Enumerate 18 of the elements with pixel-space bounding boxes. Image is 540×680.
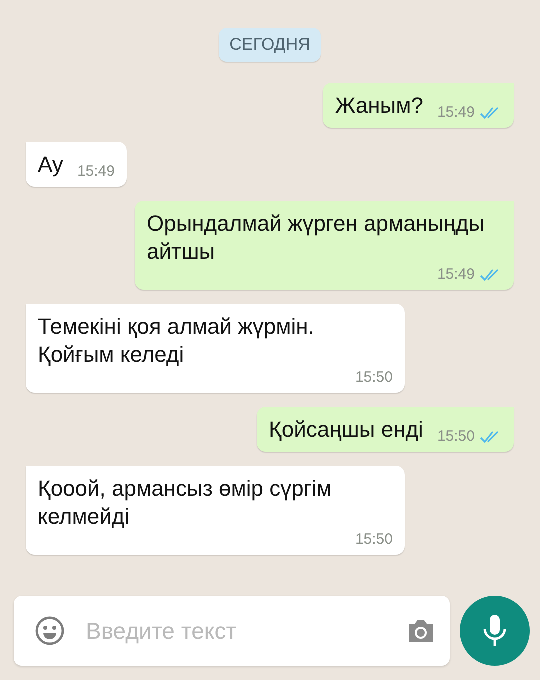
message-text: Ау <box>38 151 64 179</box>
message-text: Темекіні қоя алмай жүрмін. Қойғым келеді <box>38 313 316 369</box>
message-text: Орындалмай жүрген арманыңды айтшы <box>147 210 486 266</box>
message-time: 15:49 <box>437 104 475 122</box>
message-input[interactable]: Введите текст <box>84 616 388 646</box>
camera-icon[interactable] <box>406 618 436 644</box>
microphone-icon <box>482 614 508 648</box>
message-time: 15:50 <box>355 369 393 387</box>
message-time: 15:50 <box>437 428 475 446</box>
message-time: 15:50 <box>355 531 393 549</box>
message-time: 15:49 <box>437 266 475 284</box>
message-text: Қооой, армансыз өмір сүргім келмейді <box>38 475 333 531</box>
message-time: 15:49 <box>77 163 115 181</box>
date-label: СЕГОДНЯ <box>218 28 322 62</box>
emoji-icon[interactable] <box>34 615 66 647</box>
message-text: Қойсаңшы енді <box>269 416 424 444</box>
message-text: Жаным? <box>335 92 424 120</box>
message-field[interactable]: Введите текст <box>14 596 450 666</box>
